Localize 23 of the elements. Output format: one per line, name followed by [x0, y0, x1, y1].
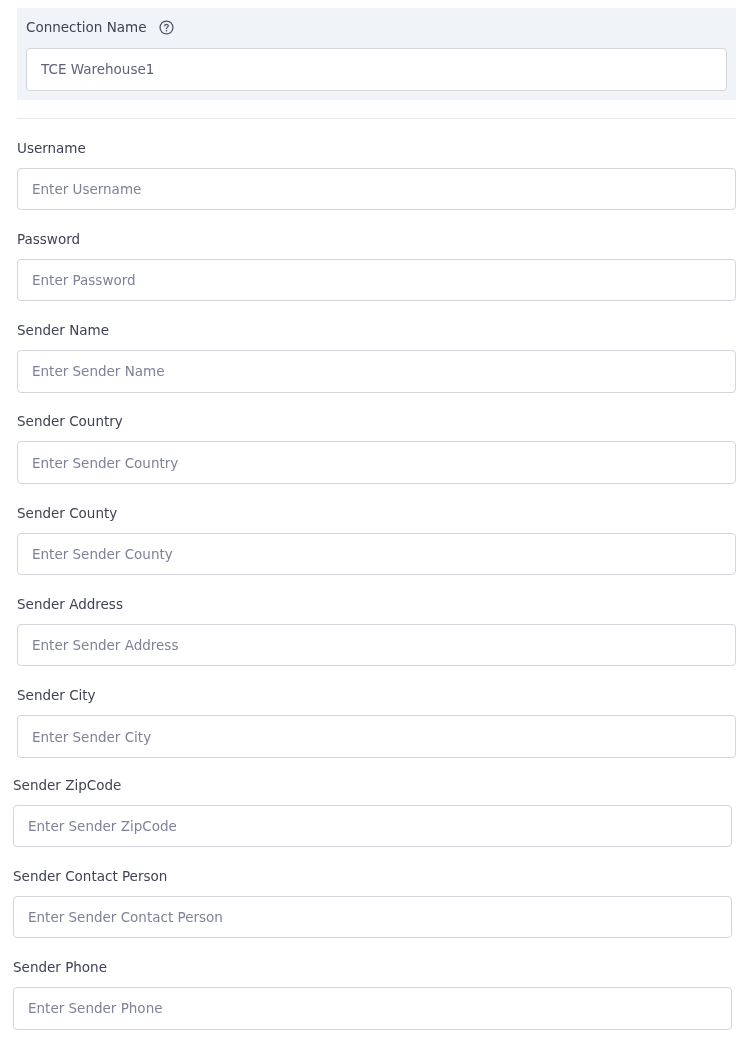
- input-field[interactable]: Enter Username: [17, 167, 736, 210]
- field-label: Sender Address: [17, 595, 123, 614]
- field-label: Sender Phone: [13, 958, 107, 978]
- input-field[interactable]: Enter Sender Name: [17, 350, 736, 393]
- field-label: Password: [17, 229, 81, 249]
- input-field[interactable]: Enter Sender County: [17, 532, 736, 576]
- input-field[interactable]: Enter Sender Country: [17, 441, 736, 484]
- field-label: Sender Contact Person: [13, 866, 168, 886]
- field-label: Username: [17, 138, 86, 158]
- input-field[interactable]: Enter Password: [17, 258, 736, 302]
- input-field[interactable]: TCE Warehouse1: [26, 48, 727, 91]
- field-label: Sender ZipCode: [13, 775, 122, 795]
- input-field[interactable]: Enter Sender Contact Person: [13, 895, 732, 939]
- input-field[interactable]: Enter Sender Phone: [13, 987, 732, 1030]
- input-field[interactable]: Enter Sender ZipCode: [13, 804, 732, 848]
- field-label: Sender Country: [17, 412, 123, 432]
- help-icon[interactable]: [158, 19, 174, 35]
- input-field[interactable]: Enter Sender Address: [17, 624, 736, 667]
- input-field[interactable]: Enter Sender City: [17, 715, 736, 758]
- field-label: Connection Name: [26, 18, 147, 37]
- field-label: Sender County: [17, 503, 118, 523]
- field-label: Sender City: [17, 686, 96, 706]
- field-label: Sender Name: [17, 321, 109, 341]
